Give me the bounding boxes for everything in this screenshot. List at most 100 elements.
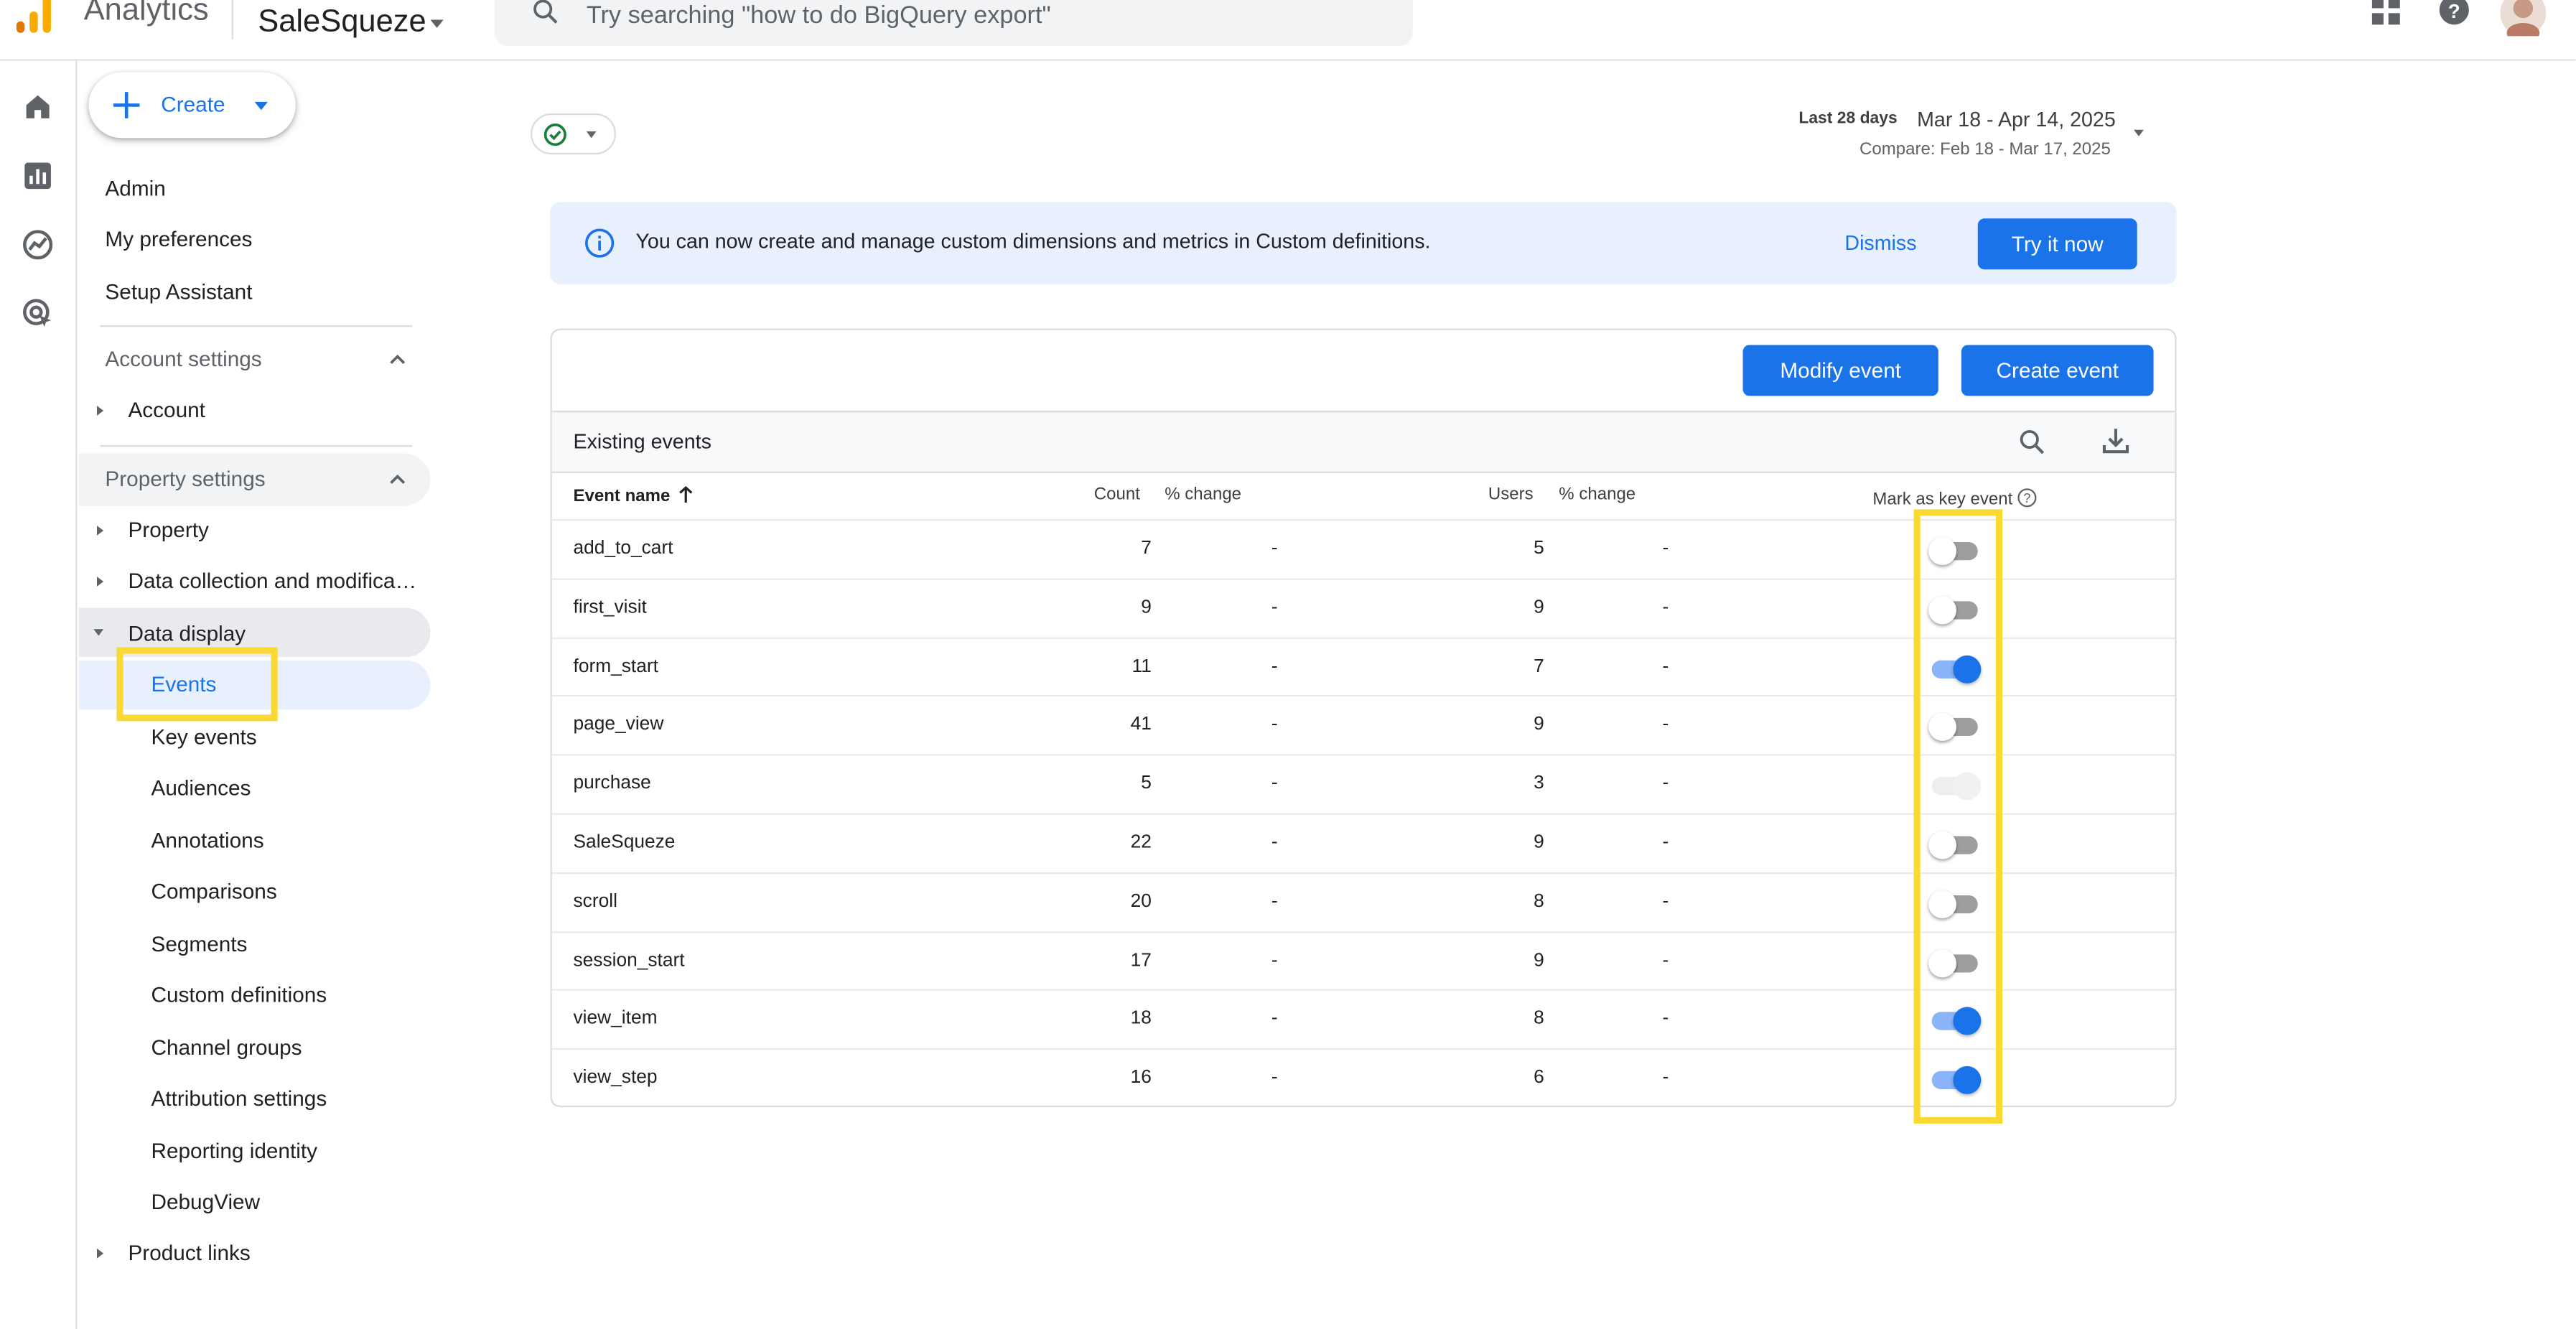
users-change-cell: - <box>1662 1068 1669 1088</box>
info-icon <box>584 228 615 258</box>
expand-arrow-icon[interactable] <box>96 577 104 587</box>
col-key-event: Mark as key event ? <box>1872 485 2037 509</box>
users-change-cell: - <box>1662 833 1669 853</box>
users-change-cell: - <box>1662 1009 1669 1030</box>
col-count[interactable]: Count <box>1094 485 1140 504</box>
try-it-now-button[interactable]: Try it now <box>1977 218 2137 270</box>
table-title: Existing events <box>573 430 711 454</box>
reports-icon[interactable] <box>22 159 55 192</box>
create-event-button[interactable]: Create event <box>1961 345 2154 396</box>
property-settings-section[interactable]: Property settings <box>78 453 431 506</box>
count-cell: 17 <box>1130 950 1152 971</box>
top-bar: Analytics SaleSqueze Try searching "how … <box>0 0 2576 61</box>
users-change-cell: - <box>1662 715 1669 735</box>
sidebar-divider <box>100 325 413 327</box>
header-divider <box>231 0 233 39</box>
modify-event-button[interactable]: Modify event <box>1742 345 1938 396</box>
help-outline-icon[interactable]: ? <box>2017 488 2037 508</box>
users-cell: 9 <box>1534 597 1544 617</box>
col-key-event-label: Mark as key event <box>1872 489 2013 510</box>
chevron-up-icon <box>390 354 406 364</box>
create-button[interactable]: Create <box>88 72 296 139</box>
date-compare[interactable]: Compare: Feb 18 - Mar 17, 2025 <box>1859 139 2111 159</box>
nav-channel-groups[interactable]: Channel groups <box>151 1035 302 1059</box>
property-settings-label: Property settings <box>105 466 266 492</box>
search-box[interactable]: Try searching "how to do BigQuery export… <box>494 0 1413 47</box>
users-change-cell: - <box>1662 538 1669 559</box>
sort-arrow-up-icon <box>678 485 693 503</box>
property-caret-icon[interactable] <box>430 19 444 28</box>
col-event-name[interactable]: Event name <box>573 485 693 506</box>
apps-grid-icon[interactable] <box>2371 0 2404 29</box>
svg-text:?: ? <box>2024 490 2031 505</box>
count-change-cell: - <box>1271 1068 1278 1088</box>
help-icon[interactable]: ? <box>2437 0 2470 29</box>
search-icon <box>533 0 558 24</box>
nav-data-display[interactable]: Data display <box>128 621 246 645</box>
nav-property[interactable]: Property <box>128 518 208 542</box>
users-cell: 9 <box>1534 950 1544 971</box>
collapse-arrow-icon[interactable] <box>93 629 104 636</box>
search-icon[interactable] <box>2017 427 2047 457</box>
col-count-change[interactable]: % change <box>1165 485 1241 504</box>
advertising-icon[interactable] <box>22 297 55 330</box>
nav-account[interactable]: Account <box>128 398 205 422</box>
date-range-label: Last 28 days <box>1798 110 1898 129</box>
nav-setup-assistant[interactable]: Setup Assistant <box>105 279 252 304</box>
col-users-change[interactable]: % change <box>1559 485 1635 504</box>
event-name-cell: session_start <box>573 950 685 971</box>
data-status-chip[interactable] <box>531 113 617 155</box>
event-name-cell: view_item <box>573 1009 658 1030</box>
date-caret-icon[interactable] <box>2134 129 2144 136</box>
left-rail <box>0 60 78 1329</box>
nav-my-preferences[interactable]: My preferences <box>105 227 252 251</box>
chevron-up-icon <box>390 474 406 484</box>
nav-custom-definitions[interactable]: Custom definitions <box>151 982 327 1007</box>
event-name-cell: page_view <box>573 715 664 735</box>
analytics-logo-icon[interactable] <box>13 0 59 33</box>
count-change-cell: - <box>1271 715 1278 735</box>
users-cell: 7 <box>1534 656 1544 676</box>
expand-arrow-icon[interactable] <box>96 406 104 416</box>
explore-icon[interactable] <box>22 228 55 261</box>
date-range[interactable]: Mar 18 - Apr 14, 2025 <box>1917 108 2116 131</box>
count-cell: 11 <box>1131 656 1152 676</box>
count-cell: 9 <box>1141 597 1152 617</box>
download-icon[interactable] <box>2101 426 2130 455</box>
nav-reporting-identity[interactable]: Reporting identity <box>151 1139 317 1163</box>
count-change-cell: - <box>1271 774 1278 794</box>
nav-data-collection[interactable]: Data collection and modifica… <box>128 569 416 593</box>
dismiss-button[interactable]: Dismiss <box>1844 232 1916 255</box>
nav-key-events[interactable]: Key events <box>151 724 256 749</box>
info-banner: You can now create and manage custom dim… <box>550 202 2177 284</box>
expand-arrow-icon[interactable] <box>96 1248 104 1259</box>
nav-admin[interactable]: Admin <box>105 176 165 200</box>
col-users[interactable]: Users <box>1488 485 1534 504</box>
count-cell: 22 <box>1130 833 1152 853</box>
nav-annotations[interactable]: Annotations <box>151 828 263 852</box>
nav-debugview[interactable]: DebugView <box>151 1190 260 1214</box>
nav-audiences[interactable]: Audiences <box>151 775 251 800</box>
chip-caret-icon <box>586 131 597 139</box>
event-name-cell: SaleSqueze <box>573 833 676 853</box>
count-cell: 41 <box>1130 715 1152 735</box>
create-caret-icon <box>254 101 268 111</box>
home-icon[interactable] <box>22 90 55 123</box>
users-change-cell: - <box>1662 656 1669 676</box>
property-selector[interactable]: SaleSqueze <box>258 5 426 41</box>
app-name: Analytics <box>83 0 209 28</box>
count-change-cell: - <box>1271 597 1278 617</box>
nav-attribution-settings[interactable]: Attribution settings <box>151 1086 327 1110</box>
nav-segments[interactable]: Segments <box>151 931 247 956</box>
col-event-name-label: Event name <box>573 486 671 506</box>
event-name-cell: first_visit <box>573 597 647 617</box>
plus-icon <box>113 92 140 118</box>
avatar[interactable] <box>2500 0 2547 37</box>
nav-product-links[interactable]: Product links <box>128 1240 250 1264</box>
event-name-cell: view_step <box>573 1068 658 1088</box>
admin-sidebar: Create Admin My preferences Setup Assist… <box>77 60 442 1329</box>
nav-comparisons[interactable]: Comparisons <box>151 879 276 903</box>
expand-arrow-icon[interactable] <box>96 526 104 536</box>
events-highlight-box <box>116 647 278 722</box>
account-settings-section[interactable]: Account settings <box>79 333 431 386</box>
